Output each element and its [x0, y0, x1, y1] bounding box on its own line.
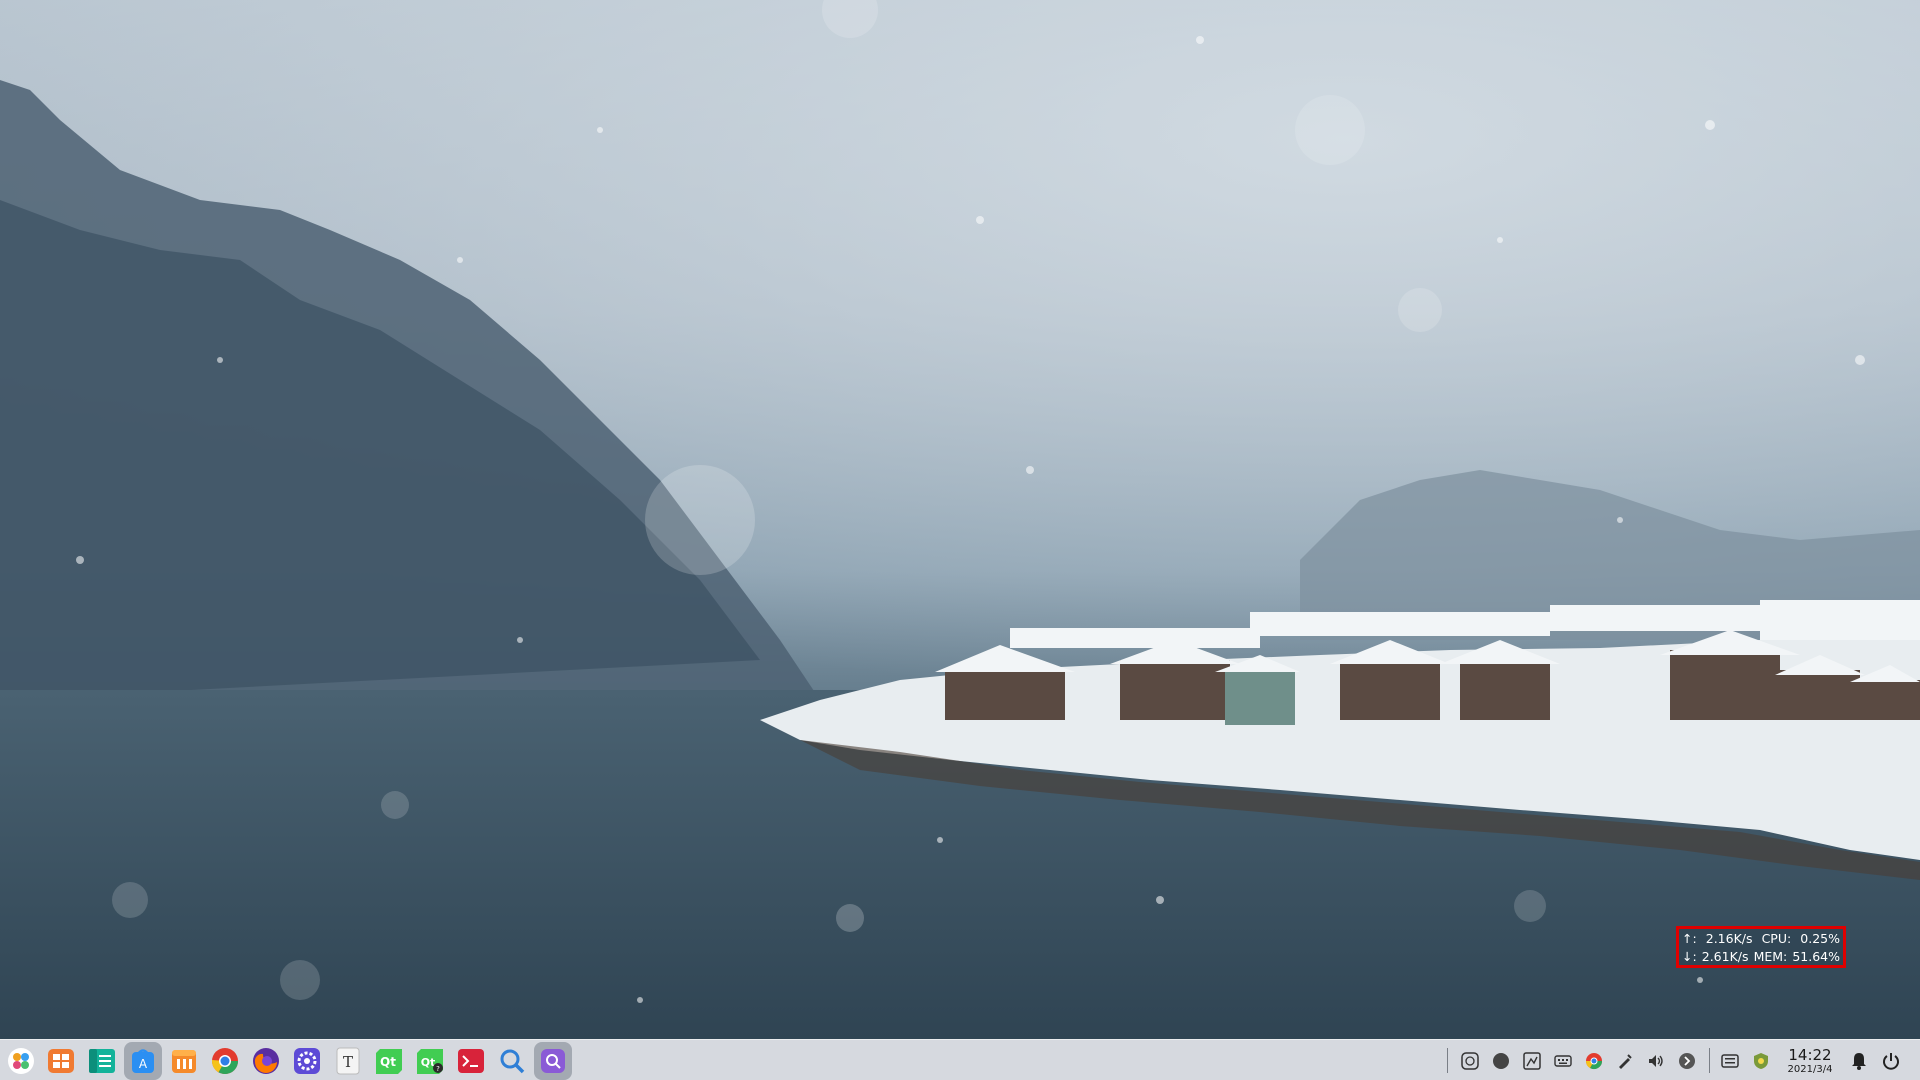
search-app-icon	[500, 1049, 525, 1074]
chrome-icon	[211, 1048, 239, 1075]
cpu-value: 0.25%	[1800, 931, 1840, 946]
app-store-icon: A	[132, 1049, 154, 1073]
launcher-button[interactable]	[2, 1042, 40, 1080]
chrome-tray-icon[interactable]	[1585, 1052, 1603, 1070]
svg-text:?: ?	[436, 1065, 440, 1073]
qt-assistant-icon: Qt ?	[417, 1049, 443, 1074]
bell-icon[interactable]	[1849, 1051, 1869, 1071]
download-label: ↓:	[1682, 949, 1697, 964]
upload-value: 2.16K/s	[1705, 931, 1753, 946]
volume-tray-icon[interactable]	[1647, 1052, 1665, 1070]
wallpaper-image	[0, 0, 1920, 1039]
power-icon[interactable]	[1881, 1051, 1901, 1071]
expand-tray-icon[interactable]	[1678, 1052, 1696, 1070]
pen-tray-icon[interactable]	[1616, 1052, 1634, 1070]
cpu-label: CPU:	[1761, 931, 1792, 946]
svg-text:A: A	[139, 1057, 148, 1071]
qt-creator-icon: Qt	[376, 1049, 402, 1074]
launcher-icon	[8, 1048, 34, 1074]
mem-label: MEM:	[1753, 949, 1788, 964]
qt-creator-button[interactable]: Qt	[370, 1042, 408, 1080]
monitor-row-upload: ↑: 2.16K/s CPU: 0.25%	[1682, 930, 1840, 948]
screenshot-app-icon	[541, 1049, 565, 1073]
deepin-store-button[interactable]	[165, 1042, 203, 1080]
clock-time: 14:22	[1788, 1046, 1832, 1064]
upload-label: ↑:	[1682, 931, 1697, 946]
text-editor-button[interactable]: T	[329, 1042, 367, 1080]
firefox-button[interactable]	[247, 1042, 285, 1080]
terminal-icon	[458, 1049, 484, 1073]
screenshot-app-button[interactable]	[534, 1042, 572, 1080]
chat-tray-icon[interactable]	[1461, 1052, 1479, 1070]
qt-assistant-button[interactable]: Qt ?	[411, 1042, 449, 1080]
chrome-button[interactable]	[206, 1042, 244, 1080]
terminal-button[interactable]	[452, 1042, 490, 1080]
keyboard-tray-icon[interactable]	[1554, 1052, 1572, 1070]
taskbar: A T Qt Qt ? 14:22 2021/3/4	[0, 1039, 1920, 1080]
download-value: 2.61K/s	[1701, 949, 1749, 964]
monitor-row-download: ↓: 2.61K/s MEM: 51.64%	[1682, 948, 1840, 966]
multitasking-view-button[interactable]	[42, 1042, 80, 1080]
clock[interactable]: 14:22 2021/3/4	[1778, 1046, 1842, 1076]
search-app-button[interactable]	[493, 1042, 531, 1080]
shield-tray-icon[interactable]	[1752, 1052, 1770, 1070]
app-store-button[interactable]: A	[124, 1042, 162, 1080]
svg-text:Qt: Qt	[380, 1055, 396, 1069]
clock-date: 2021/3/4	[1787, 1064, 1833, 1075]
file-manager-icon	[89, 1049, 115, 1073]
circle-tray-icon[interactable]	[1492, 1052, 1510, 1070]
tray-separator	[1709, 1048, 1710, 1073]
net-cpu-monitor-widget[interactable]: ↑: 2.16K/s CPU: 0.25% ↓: 2.61K/s MEM: 51…	[1676, 926, 1846, 968]
desktop-wallpaper: ↑: 2.16K/s CPU: 0.25% ↓: 2.61K/s MEM: 51…	[0, 0, 1920, 1039]
tray-separator	[1447, 1048, 1448, 1073]
mem-value: 51.64%	[1792, 949, 1840, 964]
settings-icon	[294, 1048, 320, 1074]
multitasking-view-icon	[48, 1049, 74, 1073]
deepin-store-icon	[172, 1050, 196, 1073]
text-editor-icon: T	[336, 1047, 360, 1075]
settings-button[interactable]	[288, 1042, 326, 1080]
svg-text:T: T	[343, 1053, 353, 1071]
image-tray-icon[interactable]	[1523, 1052, 1541, 1070]
firefox-icon	[253, 1048, 279, 1074]
file-manager-button[interactable]	[83, 1042, 121, 1080]
input-method-tray-icon[interactable]	[1721, 1052, 1739, 1070]
